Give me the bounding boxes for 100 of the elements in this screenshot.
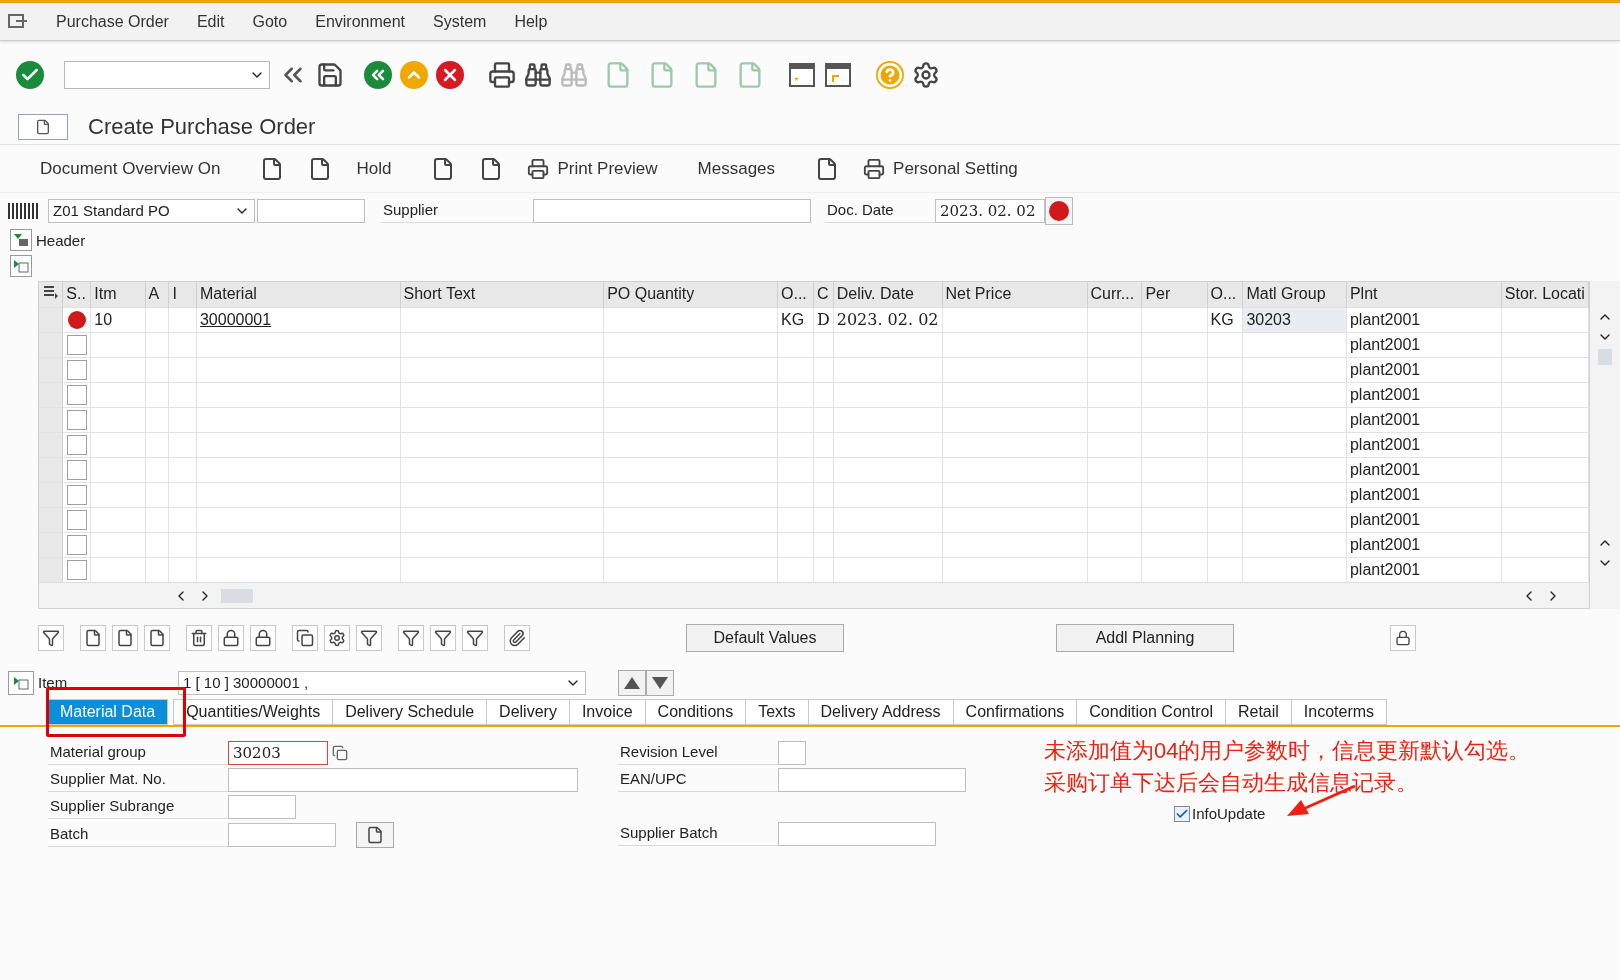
toolbar-button[interactable]: Hold <box>356 155 392 182</box>
tab[interactable]: Material Data <box>47 699 169 725</box>
column-header[interactable]: Plnt <box>1346 282 1502 307</box>
document-icon[interactable] <box>356 822 394 848</box>
menu-item[interactable]: System <box>433 9 487 34</box>
save-icon[interactable] <box>316 61 344 89</box>
row-checkbox[interactable] <box>66 384 87 405</box>
find-icon[interactable] <box>524 61 552 89</box>
ean-upc-field[interactable] <box>778 768 966 792</box>
grid-toolbar-icon[interactable] <box>186 625 212 651</box>
item-dropdown[interactable]: 1 [ 10 ] 30000001 , <box>178 671 586 695</box>
error-status-icon[interactable] <box>1045 197 1073 225</box>
grid-toolbar-icon[interactable] <box>462 625 488 651</box>
printer-icon[interactable] <box>527 157 550 180</box>
row-checkbox[interactable] <box>66 334 87 355</box>
tab[interactable]: Quantities/Weights <box>173 699 334 725</box>
default-values-button[interactable]: Default Values <box>686 624 844 652</box>
column-header[interactable]: Net Price <box>942 282 1088 307</box>
collapse-icon[interactable] <box>10 229 32 251</box>
row-checkbox[interactable] <box>66 409 87 430</box>
column-header[interactable]: O... <box>1207 282 1243 307</box>
toolbar-button[interactable]: Document Overview On <box>40 155 221 182</box>
toolbar-button[interactable]: Messages <box>697 155 776 182</box>
printer-icon[interactable] <box>863 157 886 180</box>
tab[interactable]: Texts <box>745 699 809 725</box>
expand-icon[interactable] <box>10 255 32 277</box>
row-checkbox[interactable] <box>66 359 87 380</box>
lock-icon[interactable] <box>1390 625 1416 651</box>
menu-item[interactable]: Environment <box>315 9 406 34</box>
column-header[interactable]: Deliv. Date <box>833 282 942 307</box>
revision-level-field[interactable] <box>778 741 806 765</box>
column-header[interactable]: Matl Group <box>1242 282 1347 307</box>
row-checkbox[interactable] <box>66 434 87 455</box>
menu-icon[interactable] <box>8 13 28 30</box>
menu-toggle-icon[interactable] <box>18 113 68 140</box>
material-group-field[interactable]: 30203 <box>228 741 328 765</box>
row-checkbox[interactable] <box>66 509 87 530</box>
grid-toolbar-icon[interactable] <box>38 625 64 651</box>
column-header[interactable]: C <box>813 282 834 307</box>
horizontal-scrollbar[interactable] <box>39 582 1589 608</box>
column-header[interactable]: O... <box>777 282 814 307</box>
column-header[interactable]: I <box>168 282 197 307</box>
supplier-batch-field[interactable] <box>778 822 936 846</box>
batch-field[interactable] <box>228 823 336 847</box>
column-header[interactable]: Short Text <box>400 282 604 307</box>
supplier-subrange-field[interactable] <box>228 795 296 819</box>
check-icon[interactable] <box>16 61 44 89</box>
material-link[interactable]: 30000001 <box>199 310 272 328</box>
info-update-checkbox[interactable] <box>1174 806 1190 823</box>
tab[interactable]: Delivery Address <box>807 699 954 725</box>
column-header[interactable]: Per <box>1141 282 1207 307</box>
cancel-icon[interactable] <box>436 61 464 89</box>
column-header[interactable]: S.. <box>62 282 91 307</box>
grid-toolbar-icon[interactable] <box>144 625 170 651</box>
column-header[interactable]: Curr... <box>1087 282 1142 307</box>
toolbar-button[interactable]: Print Preview <box>527 155 658 182</box>
doc-type-dropdown[interactable]: Z01 Standard PO <box>48 199 255 223</box>
grid-toolbar-icon[interactable] <box>430 625 456 651</box>
row-checkbox[interactable] <box>66 459 87 480</box>
tab[interactable]: Retail <box>1224 699 1292 725</box>
tab[interactable]: Delivery <box>486 699 570 725</box>
scroll-thumb[interactable] <box>1598 349 1612 365</box>
grid-toolbar-icon[interactable] <box>504 625 530 651</box>
doc-date-field[interactable]: 2023. 02. 02 <box>935 199 1045 223</box>
row-checkbox[interactable] <box>66 534 87 555</box>
tab[interactable]: Condition Control <box>1076 699 1226 725</box>
tab[interactable]: Incoterms <box>1290 699 1388 725</box>
toolbar-button[interactable]: Personal Setting <box>863 155 1018 182</box>
tab[interactable]: Delivery Schedule <box>332 699 488 725</box>
supplier-field[interactable] <box>533 199 811 223</box>
tab[interactable]: Conditions <box>644 699 747 725</box>
expand-icon[interactable] <box>8 671 34 695</box>
grid-toolbar-icon[interactable] <box>80 625 106 651</box>
grid-toolbar-icon[interactable] <box>250 625 276 651</box>
column-header[interactable]: Itm <box>90 282 146 307</box>
tab[interactable]: Invoice <box>568 699 646 725</box>
row-checkbox[interactable] <box>66 484 87 505</box>
grid-toolbar-icon[interactable] <box>292 625 318 651</box>
row-checkbox[interactable] <box>66 559 87 580</box>
window-icon[interactable] <box>788 62 816 88</box>
grid-toolbar-icon[interactable] <box>398 625 424 651</box>
column-header[interactable]: A <box>145 282 169 307</box>
grid-toolbar-icon[interactable] <box>324 625 350 651</box>
scroll-thumb[interactable] <box>221 588 253 603</box>
doc-type-description-field[interactable] <box>257 199 365 223</box>
vertical-scrollbar[interactable] <box>1590 281 1620 609</box>
print-icon[interactable] <box>488 61 516 89</box>
settings-icon[interactable] <box>912 61 940 89</box>
menu-item[interactable]: Purchase Order <box>56 9 169 34</box>
menu-item[interactable]: Goto <box>252 9 288 34</box>
column-header[interactable]: Stor. Locati <box>1501 282 1589 307</box>
copy-icon[interactable] <box>332 745 348 761</box>
grid-toolbar-icon[interactable] <box>356 625 382 651</box>
grid-settings-icon[interactable] <box>42 285 59 300</box>
tab[interactable]: Confirmations <box>952 699 1078 725</box>
window-icon[interactable] <box>824 62 852 88</box>
column-header[interactable]: Material <box>196 282 401 307</box>
supplier-mat-no-field[interactable] <box>228 768 578 792</box>
back-icon[interactable] <box>364 61 392 89</box>
addl-planning-button[interactable]: Addl Planning <box>1056 624 1234 652</box>
